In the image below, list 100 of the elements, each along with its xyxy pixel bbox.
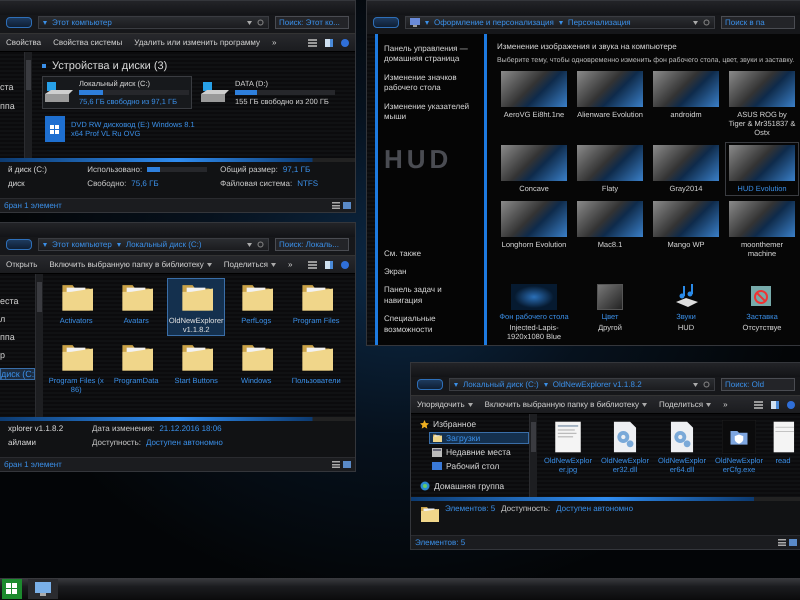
back-button[interactable] <box>417 379 443 390</box>
field-value: Доступен автономно <box>146 438 223 447</box>
nav-link[interactable]: Изменение указателей мыши <box>384 102 478 122</box>
shield-folder-icon <box>722 420 756 454</box>
nav-item[interactable]: Избранное <box>417 418 529 430</box>
caret-icon <box>206 262 212 266</box>
toolbar-button[interactable]: Удалить или изменить программу <box>134 38 260 47</box>
control-panel-taskbar-button[interactable] <box>28 579 58 599</box>
nav-link[interactable]: Панель управления — домашняя страница <box>384 44 478 65</box>
nav-item[interactable]: р <box>0 350 6 360</box>
nav-link[interactable]: Изменение значков рабочего стола <box>384 72 478 94</box>
address-bar[interactable]: Этот компьютер Локальный диск (C:) <box>38 238 269 251</box>
folder-icon <box>419 504 439 524</box>
back-button[interactable] <box>6 17 32 28</box>
toolbar-button[interactable]: Поделиться <box>224 260 276 269</box>
wallpaper-thumbnail[interactable] <box>511 284 557 310</box>
theme-preview <box>577 71 643 107</box>
refresh-icon[interactable] <box>703 19 710 26</box>
view-icon[interactable] <box>754 400 763 408</box>
field-value: 75,6 ГБ <box>131 179 159 188</box>
scrollbar[interactable] <box>35 274 44 417</box>
nav-link[interactable]: Панель задач и навигация <box>384 285 478 306</box>
breadcrumb-link[interactable]: Локальный диск (C:) <box>463 380 539 389</box>
toolbar-button[interactable]: Включить выбранную папку в библиотеку <box>484 400 647 409</box>
nav-item[interactable]: Недавние места <box>429 446 529 458</box>
search-field[interactable]: Поиск: Old <box>721 378 795 391</box>
field-label: Общий размер: <box>220 165 278 174</box>
toolbar-button[interactable]: » <box>723 400 728 409</box>
toolbar-button[interactable]: Поделиться <box>658 400 712 409</box>
breadcrumb-link[interactable]: Этот компьютер <box>52 18 112 27</box>
breadcrumb-link[interactable]: Локальный диск (C:) <box>126 240 202 249</box>
search-field[interactable]: Поиск в па <box>721 16 795 29</box>
nav-link[interactable]: Экран <box>384 267 478 278</box>
details-view-icon[interactable] <box>332 461 340 468</box>
caret-icon <box>247 242 252 246</box>
recent-places-icon <box>432 448 442 456</box>
nav-item[interactable]: ппа <box>0 332 15 342</box>
nav-item[interactable]: еста <box>0 296 19 306</box>
caret-icon <box>642 402 647 406</box>
color-swatch[interactable] <box>597 284 623 310</box>
nav-item[interactable]: диск (C: <box>0 368 36 380</box>
address-bar[interactable]: Локальный диск (C:) OldNewExplorer v1.1.8.2 <box>449 378 715 391</box>
scrollbar[interactable] <box>529 414 537 497</box>
theme-preview <box>653 145 719 181</box>
toolbar-button[interactable]: Включить выбранную папку в библиотеку <box>49 260 212 269</box>
breadcrumb-link[interactable]: OldNewExplorer v1.1.8.2 <box>552 380 642 389</box>
details-title: xplorer v1.1.8.2 <box>8 424 64 433</box>
status-text: бран 1 элемент <box>4 201 62 210</box>
toolbar-button[interactable]: Открыть <box>6 260 38 269</box>
section-title: См. также <box>384 248 422 260</box>
field-label: Доступность: <box>92 438 141 447</box>
caret-icon <box>706 402 712 406</box>
nav-item[interactable]: Рабочий стол <box>429 460 529 472</box>
search-field[interactable]: Поиск: Локаль... <box>275 238 349 251</box>
scrollbar[interactable] <box>24 52 32 158</box>
help-icon[interactable] <box>787 400 795 408</box>
nav-item[interactable]: ста <box>0 82 14 92</box>
address-bar[interactable]: Этот компьютер <box>38 16 269 29</box>
details-view-icon[interactable] <box>332 202 340 209</box>
address-bar[interactable]: Оформление и персонализация Персонализация <box>405 16 715 29</box>
folder-icon <box>432 433 442 443</box>
nav-item[interactable]: ппа <box>0 101 15 111</box>
nav-link[interactable]: Специальные возможности <box>384 314 478 335</box>
chevron-icon <box>544 382 548 386</box>
caret-icon <box>693 382 698 386</box>
chevron-icon <box>116 242 121 246</box>
chevron-icon <box>43 20 47 24</box>
field-label: Доступность: <box>501 504 550 513</box>
pane-icon[interactable] <box>325 38 333 46</box>
toolbar-button[interactable]: » <box>288 260 292 269</box>
search-field[interactable]: Поиск: Этот ко... <box>275 16 349 29</box>
refresh-icon[interactable] <box>703 381 710 388</box>
toolbar-button[interactable]: Свойства системы <box>53 38 122 47</box>
nav-item[interactable]: л <box>0 314 6 324</box>
theme-preview <box>729 71 795 107</box>
nav-item[interactable]: Домашняя группа <box>417 480 529 492</box>
view-icon[interactable] <box>308 38 317 46</box>
help-icon[interactable] <box>341 38 349 46</box>
view-icon[interactable] <box>308 260 317 268</box>
refresh-icon[interactable] <box>257 19 264 26</box>
toolbar-button[interactable]: » <box>272 38 276 47</box>
back-button[interactable] <box>373 17 399 28</box>
field-value: NTFS <box>297 179 318 188</box>
nav-item[interactable]: Загрузки <box>429 432 529 444</box>
start-button[interactable] <box>2 579 22 599</box>
details-view-icon[interactable] <box>778 539 786 546</box>
toolbar-button[interactable]: Свойства <box>6 38 42 47</box>
breadcrumb-link[interactable]: Оформление и персонализация <box>434 18 554 27</box>
breadcrumb-link[interactable]: Персонализация <box>568 18 631 27</box>
toolbar-button[interactable]: Упорядочить <box>417 400 473 409</box>
pane-icon[interactable] <box>325 260 333 268</box>
help-icon[interactable] <box>341 260 349 268</box>
breadcrumb-link[interactable]: Этот компьютер <box>52 240 112 249</box>
windows-box-icon <box>45 116 65 142</box>
details-title: Элементов: 5 <box>445 504 496 513</box>
homegroup-icon <box>420 481 430 491</box>
pane-icon[interactable] <box>771 400 779 408</box>
caret-icon <box>270 262 276 266</box>
refresh-icon[interactable] <box>257 241 264 248</box>
back-button[interactable] <box>6 239 32 250</box>
